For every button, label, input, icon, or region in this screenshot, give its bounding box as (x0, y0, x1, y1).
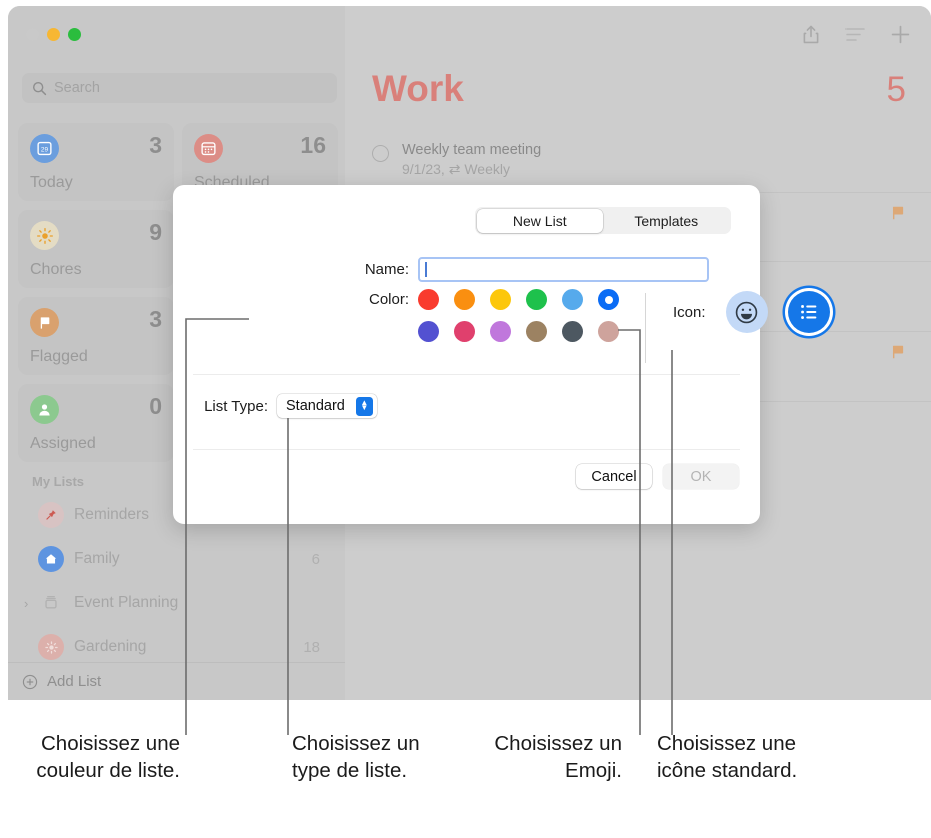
flag-icon (889, 204, 907, 227)
flag-icon (889, 343, 907, 366)
new-list-dialog: New List Templates Name: Color: Icon: Li… (173, 185, 830, 524)
calendar-day-icon: 29 (30, 134, 59, 163)
cancel-button[interactable]: Cancel (576, 464, 652, 489)
color-swatch-orange[interactable] (454, 289, 475, 310)
icon-label: Icon: (673, 303, 706, 321)
task-row[interactable]: Weekly team meeting 9/1/23, ⇄ Weekly (372, 142, 912, 178)
list-type-row: List Type: Standard ▲ ▼ (173, 394, 760, 418)
sidebar-tile-today[interactable]: 29 3 Today (18, 123, 174, 201)
task-subtitle: 9/1/23, ⇄ Weekly (402, 161, 510, 177)
task-title: Weekly team meeting (402, 142, 542, 158)
tile-label: Assigned (30, 435, 96, 452)
section-divider (193, 449, 740, 450)
sidebar-item-family[interactable]: Family 6 (18, 537, 338, 581)
color-swatch-brown[interactable] (526, 321, 547, 342)
tile-count: 16 (300, 132, 326, 158)
callout-icon: Choisissez une icône standard. (657, 732, 798, 782)
list-options-icon[interactable] (845, 26, 866, 48)
sidebar-item-label: Event Planning (74, 594, 179, 611)
sidebar-tile-chores[interactable]: 9 Chores (18, 210, 174, 288)
color-swatch-purple[interactable] (490, 321, 511, 342)
standard-list-icon[interactable] (787, 291, 830, 333)
color-swatch-taupe[interactable] (598, 321, 619, 342)
tile-count: 3 (149, 306, 162, 332)
sidebar-tile-assigned[interactable]: 0 Assigned (18, 384, 174, 462)
sidebar-item-event-planning[interactable]: › Event Planning (18, 581, 338, 625)
list-type-select[interactable]: Standard ▲ ▼ (277, 394, 377, 418)
window-controls[interactable] (26, 28, 81, 41)
callout-list-type: Choisissez un type de liste. (292, 732, 420, 782)
callout-emoji: Choisissez un Emoji. (494, 732, 622, 782)
color-swatch-yellow[interactable] (490, 289, 511, 310)
tile-label: Flagged (30, 348, 88, 365)
color-swatch-indigo[interactable] (418, 321, 439, 342)
zoom-button[interactable] (68, 28, 81, 41)
page-title: Work (372, 68, 464, 109)
text-caret (425, 262, 427, 277)
color-label: Color: (368, 291, 409, 308)
tile-count: 3 (149, 132, 162, 158)
color-swatch-lightblue[interactable] (562, 289, 583, 310)
list-type-label: List Type: (204, 397, 268, 415)
add-list-button[interactable]: Add List (8, 662, 345, 700)
task-complete-toggle[interactable] (372, 145, 389, 162)
color-swatch-green[interactable] (526, 289, 547, 310)
flower-icon (38, 634, 64, 660)
share-icon[interactable] (801, 24, 821, 50)
house-icon (38, 546, 64, 572)
close-button[interactable] (26, 28, 39, 41)
tab-new-list[interactable]: New List (476, 208, 603, 233)
color-swatch-pink[interactable] (454, 321, 475, 342)
color-swatch-grid (418, 289, 619, 342)
color-swatch-blue-selected[interactable] (598, 289, 619, 310)
add-reminder-icon[interactable] (890, 24, 911, 50)
emoji-icon[interactable] (725, 291, 768, 333)
add-list-label: Add List (47, 673, 102, 690)
sidebar-item-label: Gardening (74, 638, 147, 655)
sidebar-section-title: My Lists (32, 474, 85, 489)
list-type-value: Standard (286, 398, 345, 414)
sidebar-item-label: Family (74, 550, 120, 567)
box-icon (38, 590, 64, 616)
search-icon (32, 81, 47, 95)
name-label: Name: (364, 261, 409, 278)
section-divider (193, 374, 740, 375)
sidebar-item-label: Reminders (74, 506, 149, 523)
vertical-divider (645, 293, 646, 363)
sidebar-item-count: 18 (303, 638, 320, 656)
screenshot-root: Search 29 3 Today 16 Scheduled 9 Chores … (0, 0, 931, 838)
plus-circle-icon (22, 674, 38, 689)
tile-count: 0 (149, 393, 162, 419)
callout-color: Choisissez une couleur de liste. (36, 732, 180, 782)
tile-label: Today (30, 174, 73, 191)
icon-field-row: Icon: (673, 291, 830, 333)
page-count: 5 (886, 70, 906, 109)
name-field-row: Name: (173, 257, 760, 282)
color-swatch-gray[interactable] (562, 321, 583, 342)
pin-icon (38, 502, 64, 528)
calendar-icon (194, 134, 223, 163)
color-swatch-red[interactable] (418, 289, 439, 310)
dialog-tabs: New List Templates (475, 207, 731, 234)
tile-count: 9 (149, 219, 162, 245)
ok-button[interactable]: OK (663, 464, 739, 489)
chevron-updown-icon: ▲ ▼ (355, 396, 373, 416)
sidebar-tile-flagged[interactable]: 3 Flagged (18, 297, 174, 375)
tab-templates[interactable]: Templates (603, 209, 730, 233)
dialog-buttons: Cancel OK (576, 464, 739, 489)
sidebar-item-count: 6 (311, 550, 320, 568)
svg-text:29: 29 (41, 147, 49, 154)
search-input[interactable]: Search (22, 73, 337, 103)
flag-icon (30, 308, 59, 337)
name-input[interactable] (418, 257, 709, 282)
minimize-button[interactable] (47, 28, 60, 41)
chevron-right-icon[interactable]: › (24, 596, 38, 611)
color-field-row: Color: (173, 289, 760, 342)
tile-label: Chores (30, 261, 82, 278)
content-toolbar (801, 24, 911, 50)
person-icon (30, 395, 59, 424)
sun-icon (30, 221, 59, 250)
search-placeholder: Search (54, 80, 100, 96)
